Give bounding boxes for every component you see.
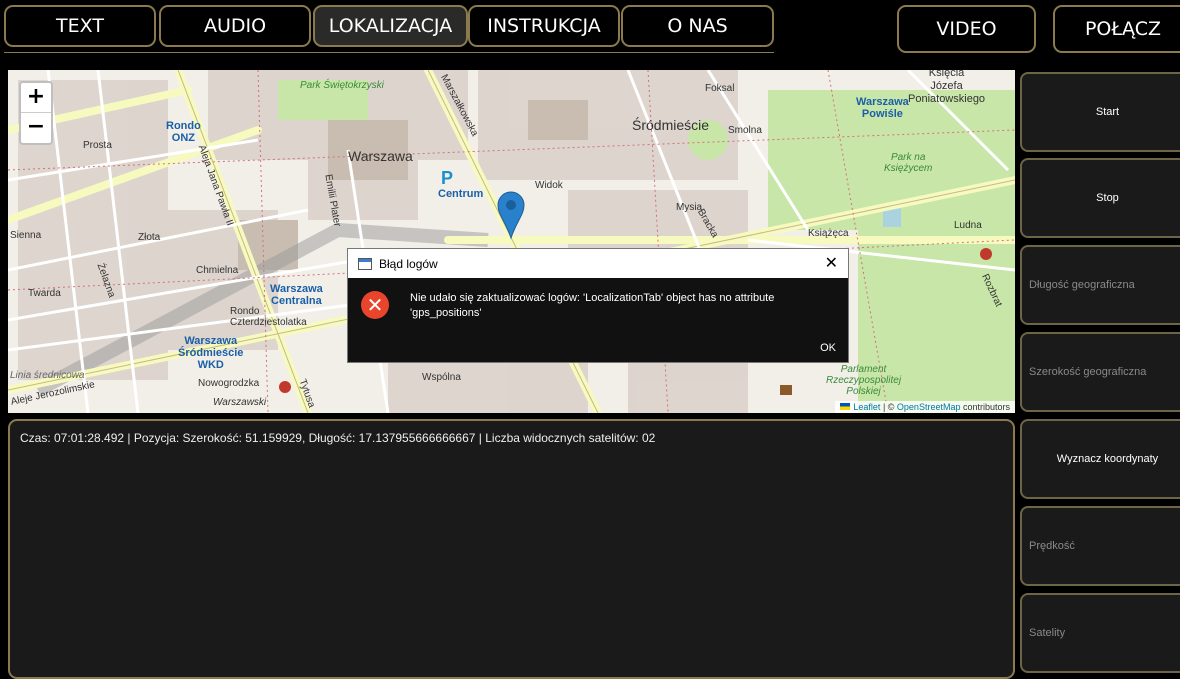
map-label-warszawa-srodmiescie-wkd: Warszawa Śródmieście WKD: [178, 335, 244, 371]
video-button[interactable]: VIDEO: [897, 5, 1036, 53]
tab-instrukcja[interactable]: INSTRUKCJA: [468, 5, 620, 47]
map-attribution: Leaflet | © OpenStreetMap contributors: [835, 401, 1015, 413]
attribution-separator: | ©: [880, 402, 897, 412]
zoom-out-button[interactable]: −: [21, 113, 51, 143]
map-label-warszawa: Warszawa: [348, 148, 413, 164]
map-label-park-swietokrzyski: Park Świętokrzyski: [300, 80, 384, 91]
ukraine-flag-icon: [840, 403, 851, 410]
zoom-control: + −: [19, 81, 53, 145]
error-icon: ✕: [361, 291, 389, 319]
map-label-warszawa-centralna: Warszawa Centralna: [270, 283, 323, 307]
satellites-field[interactable]: Satelity: [1020, 593, 1180, 673]
compute-coordinates-button[interactable]: Wyznacz koordynaty: [1020, 419, 1180, 499]
dialog-title-bar[interactable]: Błąd logów ✕: [348, 249, 848, 278]
map-label-twarda: Twarda: [28, 288, 61, 299]
stop-button[interactable]: Stop: [1020, 158, 1180, 238]
location-marker-icon: [497, 191, 525, 240]
start-button[interactable]: Start: [1020, 72, 1180, 152]
map-label-chmielna: Chmielna: [196, 265, 239, 276]
map-label-linia-srednicowa: Linia średnicowa: [10, 370, 85, 381]
map-label-park-na-ksiezycem: Park na Księżycem: [884, 152, 933, 174]
map-label-parlament: Parlament Rzeczypospolitej Polskiej: [826, 364, 902, 397]
map-label-ksiecia-jozefa: Księcia Józefa Poniatowskiego: [908, 70, 986, 105]
latitude-field[interactable]: Szerokość geograficzna: [1020, 332, 1180, 412]
longitude-field[interactable]: Długość geograficzna: [1020, 245, 1180, 325]
map-label-warszawa-powisle: Warszawa Powiśle: [856, 96, 909, 120]
dialog-title: Błąd logów: [379, 256, 438, 271]
tab-text[interactable]: TEXT: [4, 5, 156, 47]
map-label-rondo-czterdziestolatka: Rondo Czterdziestolatka: [230, 306, 307, 328]
map-label-warszawski: Warszawski: [213, 397, 267, 408]
dialog-message: Nie udało się zaktualizować logów: 'Loca…: [410, 292, 775, 319]
attribution-contributors: contributors: [960, 402, 1010, 412]
tab-lokalizacja[interactable]: LOKALIZACJA: [313, 5, 468, 47]
map-label-wspolna: Wspólna: [422, 372, 461, 383]
map-label-ludna: Ludna: [954, 220, 982, 231]
connect-button[interactable]: POŁĄCZ: [1053, 5, 1180, 53]
leaflet-link[interactable]: Leaflet: [853, 402, 880, 412]
map-label-prosta: Prosta: [83, 140, 112, 151]
close-icon[interactable]: ✕: [825, 253, 838, 273]
log-line: Czas: 07:01:28.492 | Pozycja: Szerokość:…: [20, 431, 656, 445]
map-label-rondo-onz: Rondo ONZ: [166, 120, 201, 144]
ok-button[interactable]: OK: [820, 342, 836, 354]
map-label-sienna: Sienna: [10, 230, 42, 241]
zoom-in-button[interactable]: +: [21, 83, 51, 113]
app-window-icon: [358, 257, 372, 270]
map-label-ksiazeca: Książęca: [808, 228, 849, 239]
error-dialog: Błąd logów ✕ ✕ Nie udało się zaktualizow…: [347, 248, 849, 363]
speed-field[interactable]: Prędkość: [1020, 506, 1180, 586]
parking-icon: P: [441, 168, 454, 188]
map-label-smolna: Smolna: [728, 125, 762, 136]
map-label-foksal: Foksal: [705, 83, 735, 94]
log-panel[interactable]: Czas: 07:01:28.492 | Pozycja: Szerokość:…: [8, 419, 1015, 679]
map-label-srodmiescie: Śródmieście: [632, 117, 710, 133]
tab-audio[interactable]: AUDIO: [159, 5, 311, 47]
map-label-zlota: Złota: [138, 232, 161, 243]
map-label-widok: Widok: [535, 180, 563, 191]
osm-link[interactable]: OpenStreetMap: [897, 402, 961, 412]
tab-underline: [4, 52, 774, 53]
map-label-centrum: Centrum: [438, 188, 484, 200]
map-label-nowogrodzka: Nowogrodzka: [198, 378, 260, 389]
tab-o-nas[interactable]: O NAS: [621, 5, 774, 47]
